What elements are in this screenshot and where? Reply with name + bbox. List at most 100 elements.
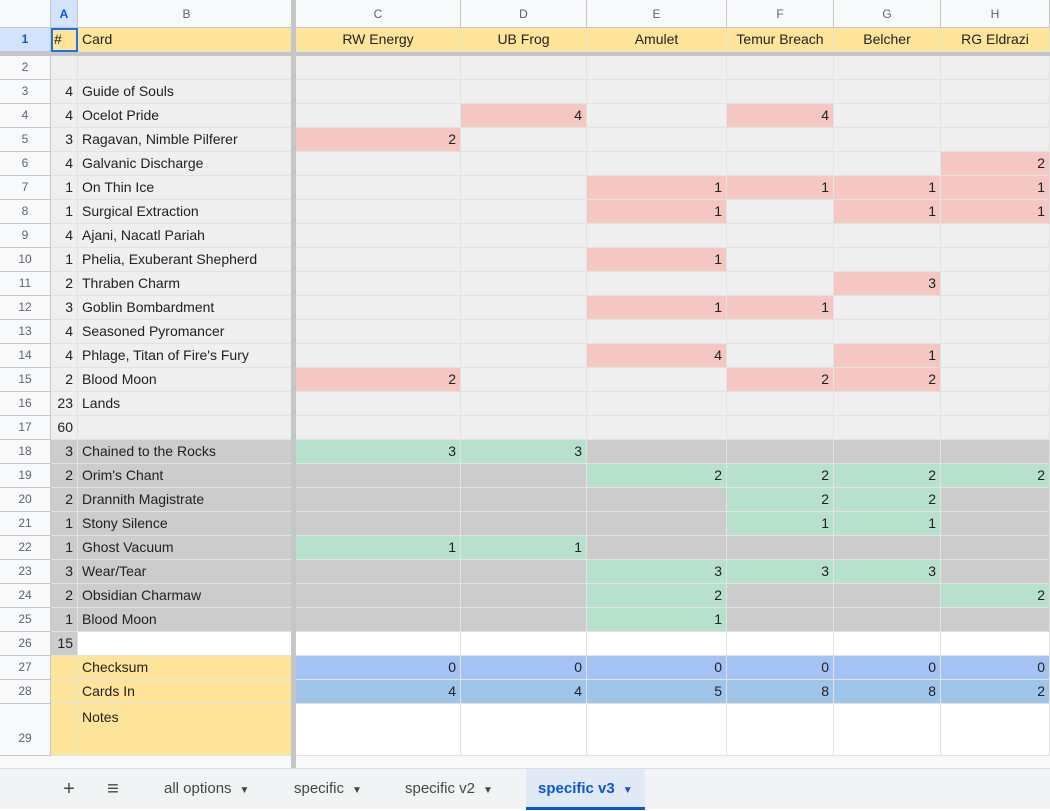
deck-swap-cell[interactable] bbox=[461, 224, 587, 248]
deck-swap-cell[interactable] bbox=[296, 56, 461, 80]
deck-swap-cell[interactable] bbox=[941, 632, 1050, 656]
deck-swap-cell[interactable]: 2 bbox=[834, 464, 941, 488]
summary-value-cell[interactable]: 4 bbox=[461, 680, 587, 704]
card-name-cell[interactable]: Orim's Chant bbox=[78, 464, 296, 488]
deck-swap-cell[interactable] bbox=[941, 536, 1050, 560]
deck-swap-cell[interactable] bbox=[834, 608, 941, 632]
row-header[interactable]: 11 bbox=[0, 272, 51, 296]
card-name-cell[interactable]: Lands bbox=[78, 392, 296, 416]
deck-swap-cell[interactable] bbox=[834, 320, 941, 344]
summary-value-cell[interactable]: 0 bbox=[296, 656, 461, 680]
deck-swap-cell[interactable] bbox=[296, 80, 461, 104]
card-count-cell[interactable]: 1 bbox=[51, 176, 78, 200]
deck-swap-cell[interactable]: 1 bbox=[587, 200, 727, 224]
deck-swap-cell[interactable] bbox=[461, 176, 587, 200]
sheet-tab-specific-v3[interactable]: specific v3 ▼ bbox=[526, 769, 645, 810]
deck-swap-cell[interactable] bbox=[587, 320, 727, 344]
deck-swap-cell[interactable] bbox=[834, 104, 941, 128]
deck-swap-cell[interactable] bbox=[727, 224, 834, 248]
deck-swap-cell[interactable] bbox=[727, 584, 834, 608]
row-header[interactable]: 21 bbox=[0, 512, 51, 536]
deck-swap-cell[interactable]: 1 bbox=[727, 296, 834, 320]
deck-swap-cell[interactable]: 2 bbox=[834, 488, 941, 512]
card-count-cell[interactable]: 3 bbox=[51, 560, 78, 584]
deck-swap-cell[interactable] bbox=[587, 104, 727, 128]
card-name-cell[interactable]: Obsidian Charmaw bbox=[78, 584, 296, 608]
summary-value-cell[interactable]: 2 bbox=[941, 680, 1050, 704]
deck-swap-cell[interactable]: 4 bbox=[727, 104, 834, 128]
card-name-cell[interactable]: Blood Moon bbox=[78, 368, 296, 392]
menu-icon[interactable]: ≡ bbox=[99, 777, 127, 801]
deck-swap-cell[interactable]: 1 bbox=[296, 536, 461, 560]
deck-swap-cell[interactable] bbox=[461, 200, 587, 224]
deck-swap-cell[interactable] bbox=[941, 488, 1050, 512]
row-header[interactable]: 5 bbox=[0, 128, 51, 152]
row-header[interactable]: 25 bbox=[0, 608, 51, 632]
deck-swap-cell[interactable] bbox=[727, 344, 834, 368]
row-header[interactable]: 3 bbox=[0, 80, 51, 104]
summary-value-cell[interactable] bbox=[727, 704, 834, 756]
summary-value-cell[interactable]: 5 bbox=[587, 680, 727, 704]
deck-swap-cell[interactable] bbox=[587, 224, 727, 248]
card-count-cell[interactable]: 1 bbox=[51, 536, 78, 560]
deck-swap-cell[interactable] bbox=[727, 272, 834, 296]
deck-swap-cell[interactable]: 2 bbox=[941, 584, 1050, 608]
summary-value-cell[interactable]: 0 bbox=[941, 656, 1050, 680]
deck-swap-cell[interactable]: 2 bbox=[941, 464, 1050, 488]
summary-value-cell[interactable]: 0 bbox=[834, 656, 941, 680]
card-count-cell[interactable]: 60 bbox=[51, 416, 78, 440]
row-header[interactable]: 20 bbox=[0, 488, 51, 512]
deck-swap-cell[interactable] bbox=[296, 344, 461, 368]
summary-value-cell[interactable] bbox=[461, 704, 587, 756]
card-name-cell[interactable]: Ghost Vacuum bbox=[78, 536, 296, 560]
row-header[interactable]: 12 bbox=[0, 296, 51, 320]
deck-swap-cell[interactable] bbox=[834, 536, 941, 560]
deck-swap-cell[interactable] bbox=[727, 320, 834, 344]
card-count-cell[interactable]: 23 bbox=[51, 392, 78, 416]
deck-swap-cell[interactable] bbox=[727, 80, 834, 104]
deck-swap-cell[interactable] bbox=[296, 416, 461, 440]
column-header[interactable]: F bbox=[727, 0, 834, 28]
deck-swap-cell[interactable] bbox=[296, 224, 461, 248]
deck-swap-cell[interactable] bbox=[941, 392, 1050, 416]
deck-swap-cell[interactable]: 3 bbox=[461, 440, 587, 464]
summary-value-cell[interactable]: 0 bbox=[587, 656, 727, 680]
deck-swap-cell[interactable] bbox=[834, 296, 941, 320]
deck-swap-cell[interactable] bbox=[834, 80, 941, 104]
card-count-cell[interactable]: 2 bbox=[51, 272, 78, 296]
deck-swap-cell[interactable] bbox=[461, 608, 587, 632]
deck-swap-cell[interactable] bbox=[461, 488, 587, 512]
deck-swap-cell[interactable] bbox=[834, 584, 941, 608]
card-count-cell[interactable]: 4 bbox=[51, 104, 78, 128]
deck-swap-cell[interactable] bbox=[941, 368, 1050, 392]
card-name-cell[interactable]: Blood Moon bbox=[78, 608, 296, 632]
deck-swap-cell[interactable] bbox=[461, 128, 587, 152]
deck-swap-cell[interactable] bbox=[296, 608, 461, 632]
card-header-cell[interactable]: Card bbox=[78, 28, 296, 52]
deck-swap-cell[interactable] bbox=[727, 200, 834, 224]
frozen-row-divider[interactable] bbox=[0, 52, 1050, 56]
card-count-cell[interactable]: 1 bbox=[51, 512, 78, 536]
deck-swap-cell[interactable]: 3 bbox=[587, 560, 727, 584]
deck-swap-cell[interactable] bbox=[461, 80, 587, 104]
deck-swap-cell[interactable]: 1 bbox=[587, 248, 727, 272]
deck-swap-cell[interactable] bbox=[587, 152, 727, 176]
summary-value-cell[interactable]: 8 bbox=[834, 680, 941, 704]
deck-header-cell[interactable]: UB Frog bbox=[461, 28, 587, 52]
column-header[interactable]: B bbox=[78, 0, 296, 28]
deck-swap-cell[interactable]: 2 bbox=[727, 368, 834, 392]
deck-swap-cell[interactable] bbox=[296, 200, 461, 224]
deck-swap-cell[interactable]: 3 bbox=[296, 440, 461, 464]
deck-swap-cell[interactable]: 1 bbox=[461, 536, 587, 560]
deck-swap-cell[interactable] bbox=[587, 272, 727, 296]
deck-swap-cell[interactable] bbox=[941, 80, 1050, 104]
card-name-cell[interactable] bbox=[78, 416, 296, 440]
card-count-cell[interactable]: 4 bbox=[51, 320, 78, 344]
deck-swap-cell[interactable] bbox=[941, 512, 1050, 536]
card-name-cell[interactable]: Stony Silence bbox=[78, 512, 296, 536]
card-count-cell[interactable]: 2 bbox=[51, 584, 78, 608]
card-name-cell[interactable]: Ragavan, Nimble Pilferer bbox=[78, 128, 296, 152]
deck-swap-cell[interactable]: 1 bbox=[834, 200, 941, 224]
sheet-tab-specific[interactable]: specific ▼ bbox=[294, 769, 362, 810]
row-header[interactable]: 28 bbox=[0, 680, 51, 704]
